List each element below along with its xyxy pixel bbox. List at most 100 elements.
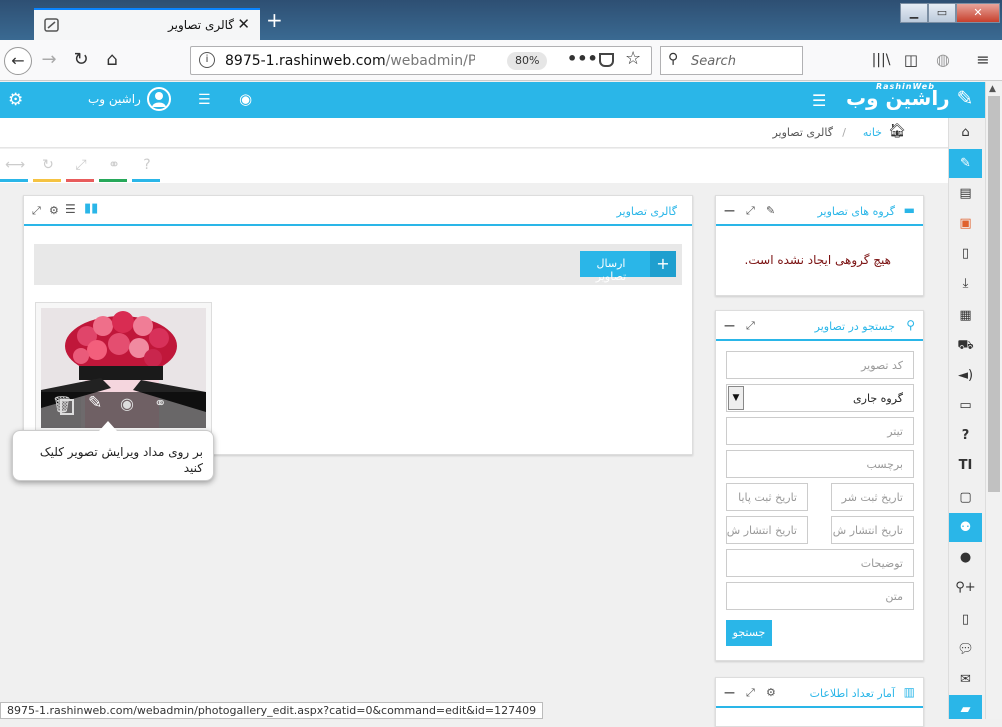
sidebar-toggle-icon[interactable]: ◫ (898, 48, 924, 74)
text-field[interactable]: متن (726, 582, 914, 610)
title-field[interactable]: تیتر (726, 417, 914, 445)
sidebar-folder-icon[interactable]: ▰ (949, 695, 982, 719)
description-field[interactable]: توضیحات (726, 549, 914, 577)
maximize-button[interactable]: ▭ (928, 3, 956, 23)
stats-collapse-icon[interactable]: — (724, 686, 735, 699)
groups-expand-icon[interactable]: ⤢ (746, 204, 755, 218)
stats-expand-icon[interactable]: ⤢ (746, 686, 755, 700)
delete-icon[interactable]: 🗑︎ (52, 395, 72, 414)
sidebar-cart-icon[interactable]: ⛟ (949, 331, 982, 360)
search-button[interactable]: جستجو (726, 620, 772, 646)
gallery-panel: گالری تصاویر ▮▮ ☰ ⚙ ⤢ + ارسال تصاویر 🗑︎ … (23, 195, 693, 455)
minimize-button[interactable]: ▁ (900, 3, 928, 23)
view-eye-icon[interactable]: ◉ (120, 394, 134, 413)
page-scrollbar[interactable]: ▲ (985, 82, 1002, 719)
tag-field[interactable]: برچسب (726, 450, 914, 478)
chevron-down-icon[interactable]: ▼ (728, 386, 744, 410)
sidebar-home-icon[interactable]: ⌂ (949, 118, 982, 147)
breadcrumb-home[interactable]: خانه (863, 126, 882, 139)
groups-collapse-icon[interactable]: — (724, 204, 735, 217)
groups-empty-message: هیچ گروهی ایجاد نشده است. (744, 253, 891, 267)
sidebar-monitor-icon[interactable]: ▭ (949, 391, 982, 420)
reg-date-start-field[interactable]: تاریخ ثبت شر (831, 483, 914, 511)
search-box[interactable]: ⚲ Search (660, 46, 803, 75)
url-bar[interactable]: i 8975-1.rashinweb.com/webadmin/Photo 80… (190, 46, 652, 75)
search-panel-header: ⚲ جستجو در تصاویر ⤢ — (716, 311, 923, 341)
sidebar-document-icon[interactable]: ▯ (949, 239, 982, 268)
sidebar-mobile-icon[interactable]: ▯ (949, 605, 982, 634)
link-icon[interactable]: ⚭ (99, 157, 129, 182)
page-actions-icon[interactable]: ••• (567, 49, 598, 68)
reload-button[interactable]: ↻ (68, 48, 94, 74)
menu-icon[interactable]: ≡ (970, 48, 996, 74)
back-button[interactable]: ← (4, 47, 32, 75)
stats-panel-title: آمار تعداد اطلاعات (809, 687, 895, 700)
tab-close-icon[interactable]: ✕ (237, 15, 250, 33)
sidebar-sound-icon[interactable]: ◄) (949, 361, 982, 390)
search-icon: ⚲ (668, 51, 679, 67)
tab-title: گالری تصاویر (167, 18, 234, 32)
user-avatar-icon[interactable] (147, 87, 171, 111)
browser-tab[interactable]: گالری تصاویر ✕ (34, 8, 260, 40)
zoom-indicator[interactable]: 80% (507, 52, 548, 70)
hamburger-menu-icon[interactable]: ☰ (812, 91, 826, 110)
sidebar-text-icon[interactable]: TI (949, 451, 982, 480)
home-icon[interactable]: 🏠︎ (888, 123, 906, 139)
group-select[interactable]: گروه جاری ▼ (726, 384, 914, 412)
stats-panel: ▥ آمار تعداد اطلاعات ⚙ ⤢ — (715, 677, 924, 727)
list-view-icon[interactable]: ☰ (65, 202, 76, 216)
sidebar-picture-icon[interactable]: ▣ (949, 209, 982, 238)
stats-settings-icon[interactable]: ⚙ (766, 686, 776, 699)
edit-pencil-icon[interactable]: ✎ (88, 393, 102, 413)
pub-date-end-field[interactable]: تاریخ انتشار ش (726, 516, 808, 544)
help-icon[interactable]: ? (132, 157, 162, 182)
pub-date-start-field[interactable]: تاریخ انتشار ش (831, 516, 914, 544)
resize-icon[interactable]: ⟷ (0, 157, 30, 182)
sidebar-user-icon[interactable]: ● (949, 543, 982, 572)
library-icon[interactable]: |||\ (868, 48, 894, 74)
grid-view-icon[interactable]: ▮▮ (84, 201, 98, 216)
search-placeholder: Search (691, 54, 736, 69)
sidebar-download-icon[interactable]: ⤓ (949, 269, 982, 298)
new-tab-icon[interactable]: + (266, 8, 283, 32)
sidebar-question-icon[interactable]: ? (949, 421, 982, 450)
sidebar-film-icon[interactable]: ▦ (949, 301, 982, 330)
fullscreen-icon[interactable]: ⤢ (66, 157, 96, 182)
image-link-icon[interactable]: ⚭ (154, 394, 167, 412)
scroll-up-icon[interactable]: ▲ (989, 84, 996, 94)
groups-edit-icon[interactable]: ✎ (766, 204, 775, 217)
upload-images-button[interactable]: + ارسال تصاویر (580, 251, 676, 283)
url-text: 8975-1.rashinweb.com/webadmin/Photo (225, 53, 475, 69)
site-info-icon[interactable]: i (199, 52, 215, 68)
website-globe-icon[interactable]: ◉ (239, 90, 252, 108)
sidebar-news-icon[interactable]: ▤ (949, 179, 982, 208)
search-expand-icon[interactable]: ⤢ (746, 319, 755, 333)
window-close-button[interactable]: ✕ (956, 3, 1000, 23)
pocket-icon[interactable] (599, 53, 614, 67)
icon-sidebar: ⌂ ✎ ▤ ▣ ▯ ⤓ ▦ ⛟ ◄) ▭ ? TI ▢ ⚉ ● ⚲+ ▯ 💬︎ … (948, 118, 982, 719)
server-icon[interactable]: ☰ (198, 92, 211, 108)
tools-row: ⟷ ↻ ⤢ ⚭ ? (0, 149, 948, 183)
settings-gear-icon[interactable]: ⚙ (8, 90, 23, 110)
image-card[interactable]: 🗑︎ ✎ ◉ ⚭ (35, 302, 212, 434)
edit-tooltip: بر روی مداد ویرایش تصویر کلیک کنید (12, 421, 214, 481)
scrollbar-thumb[interactable] (988, 96, 1000, 492)
globe-icon[interactable]: ◍ (930, 48, 956, 74)
search-collapse-icon[interactable]: — (724, 319, 735, 332)
sidebar-mail-icon[interactable]: ✉ (949, 665, 982, 694)
home-button[interactable]: ⌂ (99, 48, 125, 74)
image-code-field[interactable]: کد تصویر (726, 351, 914, 379)
sidebar-chat-icon[interactable]: 💬︎ (949, 635, 982, 664)
username[interactable]: راشین وب (88, 92, 141, 106)
upload-images-label: ارسال تصاویر (595, 257, 627, 283)
panel-expand-icon[interactable]: ⤢ (32, 204, 41, 218)
sidebar-edit-icon[interactable]: ✎ (949, 149, 982, 178)
bookmark-star-icon[interactable]: ☆ (625, 48, 641, 69)
refresh-icon[interactable]: ↻ (33, 157, 63, 182)
sidebar-add-user-icon[interactable]: ⚲+ (949, 573, 982, 602)
panel-settings-icon[interactable]: ⚙ (49, 204, 59, 217)
forward-button[interactable]: → (36, 48, 62, 74)
sidebar-users-icon[interactable]: ⚉ (949, 513, 982, 542)
reg-date-end-field[interactable]: تاریخ ثبت پایا (726, 483, 808, 511)
sidebar-file-icon[interactable]: ▢ (949, 483, 982, 512)
